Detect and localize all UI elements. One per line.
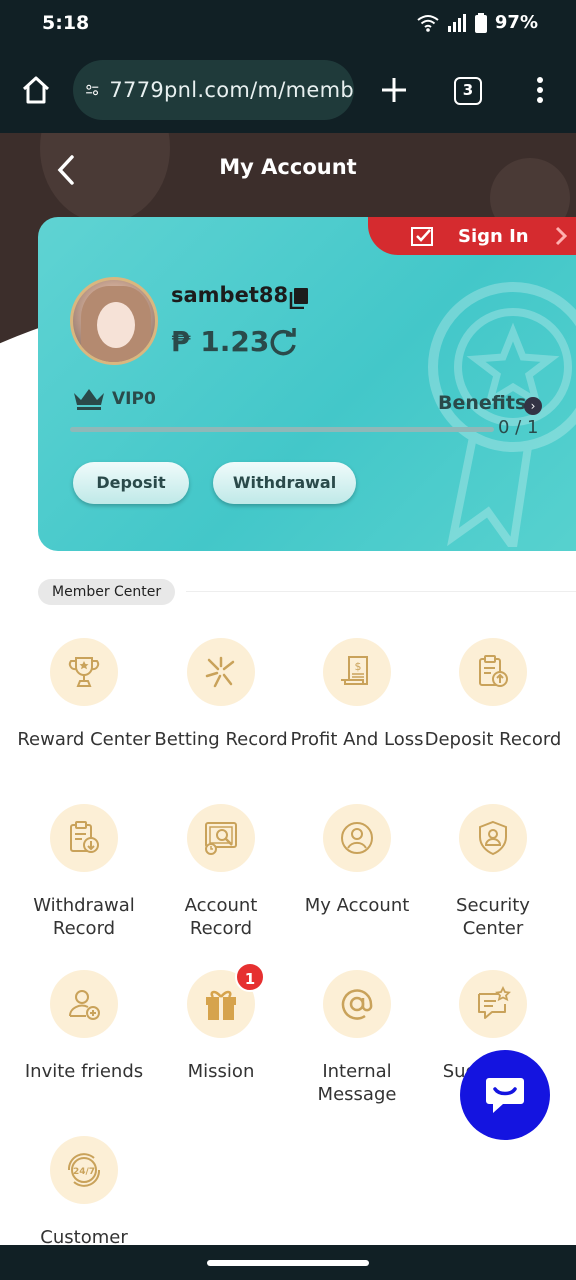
trophy-icon [68, 657, 100, 687]
grid-item-deposit-record[interactable]: Deposit Record [423, 638, 563, 751]
user-circle-icon [341, 822, 373, 854]
grid-item-security-center[interactable]: Security Center [423, 804, 563, 940]
battery-percent: 97% [494, 12, 538, 33]
clipboard-upload-icon [479, 655, 508, 687]
notification-badge: 1 [235, 962, 265, 992]
grid-label: Mission [187, 1061, 255, 1082]
arrow-right-circle-icon[interactable]: › [524, 397, 542, 415]
member-center-heading: Member Center [38, 579, 176, 605]
home-icon[interactable] [20, 74, 52, 106]
vip-level: VIP0 [112, 389, 156, 409]
sign-in-button[interactable]: Sign In [368, 217, 576, 255]
wifi-icon [417, 14, 439, 32]
browser-toolbar: 7779pnl.com/m/memb 3 [0, 50, 576, 133]
status-bar: 5:18 97% [0, 0, 576, 50]
vip-progress-bar [70, 427, 494, 432]
gift-icon [206, 990, 236, 1020]
new-tab-icon[interactable] [378, 74, 410, 106]
withdrawal-button[interactable]: Withdrawal [213, 462, 356, 504]
vip-progress-count: 0 / 1 [498, 417, 539, 438]
tab-switcher-button[interactable]: 3 [454, 77, 482, 105]
grid-label: Account Record [184, 895, 258, 939]
grid-item-mission[interactable]: 1 Mission [151, 962, 291, 1083]
system-nav-bar [0, 1245, 576, 1280]
divider [186, 591, 576, 592]
grid-label: Invite friends [24, 1061, 144, 1082]
grid-label: Betting Record [154, 729, 288, 750]
svg-text:$: $ [355, 660, 362, 673]
clipboard-download-icon [70, 821, 99, 853]
grid-label: My Account [304, 895, 410, 916]
grid-item-betting-record[interactable]: Betting Record [151, 638, 291, 751]
grid-label: Internal Message [317, 1061, 397, 1105]
status-time: 5:18 [42, 12, 90, 34]
invite-user-icon [68, 990, 100, 1020]
site-settings-icon[interactable] [85, 77, 99, 103]
calendar-check-icon [411, 227, 433, 246]
grid-item-account-record[interactable]: Account Record [151, 804, 291, 940]
grid-item-internal-message[interactable]: Internal Message [287, 970, 427, 1106]
grid-item-customer[interactable]: 24/7 Customer [14, 1136, 154, 1245]
address-bar[interactable]: 7779pnl.com/m/memb [73, 60, 354, 120]
more-menu-icon[interactable] [528, 74, 552, 106]
page-title: My Account [219, 155, 357, 179]
grid-item-invite-friends[interactable]: Invite friends [14, 970, 154, 1083]
svg-text:24/7: 24/7 [73, 1167, 95, 1177]
refresh-icon[interactable] [268, 327, 298, 357]
grid-label: Profit And Loss [290, 729, 424, 750]
copy-icon[interactable] [288, 287, 310, 309]
crown-icon [74, 389, 104, 410]
grid-item-reward-center[interactable]: Reward Center [14, 638, 154, 751]
signal-icon [447, 13, 466, 32]
sign-in-label: Sign In [458, 225, 529, 247]
account-record-icon [205, 822, 237, 855]
chevron-right-icon [555, 226, 567, 246]
username: sambet88 [171, 283, 289, 307]
grid-item-profit-and-loss[interactable]: $ Profit And Loss [287, 638, 427, 751]
live-chat-button[interactable] [460, 1050, 550, 1140]
benefits-link[interactable]: Benefits [438, 392, 526, 414]
grid-label: Customer [40, 1227, 128, 1245]
feedback-icon [478, 986, 511, 1019]
battery-icon [474, 12, 487, 33]
grid-label: Deposit Record [424, 729, 562, 750]
status-icons: 97% [417, 12, 538, 33]
betting-icon [205, 656, 235, 688]
support-24-7-icon: 24/7 [67, 1153, 101, 1187]
grid-label: Withdrawal Record [33, 895, 135, 939]
account-card: Sign In sambet88 ₱ 1.23 VIP0 Benefits › … [38, 217, 576, 551]
avatar[interactable] [70, 277, 158, 365]
at-sign-icon [341, 989, 373, 1020]
grid-item-my-account[interactable]: My Account [287, 804, 427, 917]
balance-amount: ₱ 1.23 [171, 325, 270, 358]
deposit-button[interactable]: Deposit [73, 462, 189, 504]
receipt-icon: $ [341, 656, 368, 685]
chat-bubble-icon [486, 1078, 524, 1113]
home-gesture-handle[interactable] [207, 1260, 369, 1266]
grid-label: Reward Center [17, 729, 151, 750]
grid-item-withdrawal-record[interactable]: Withdrawal Record [14, 804, 154, 940]
shield-user-icon [479, 820, 507, 856]
grid-label: Security Center [456, 895, 530, 939]
page-content: My Account Sign In sambet88 ₱ 1.23 VIP0 … [0, 133, 576, 1245]
url-text: 7779pnl.com/m/memb [109, 78, 354, 102]
